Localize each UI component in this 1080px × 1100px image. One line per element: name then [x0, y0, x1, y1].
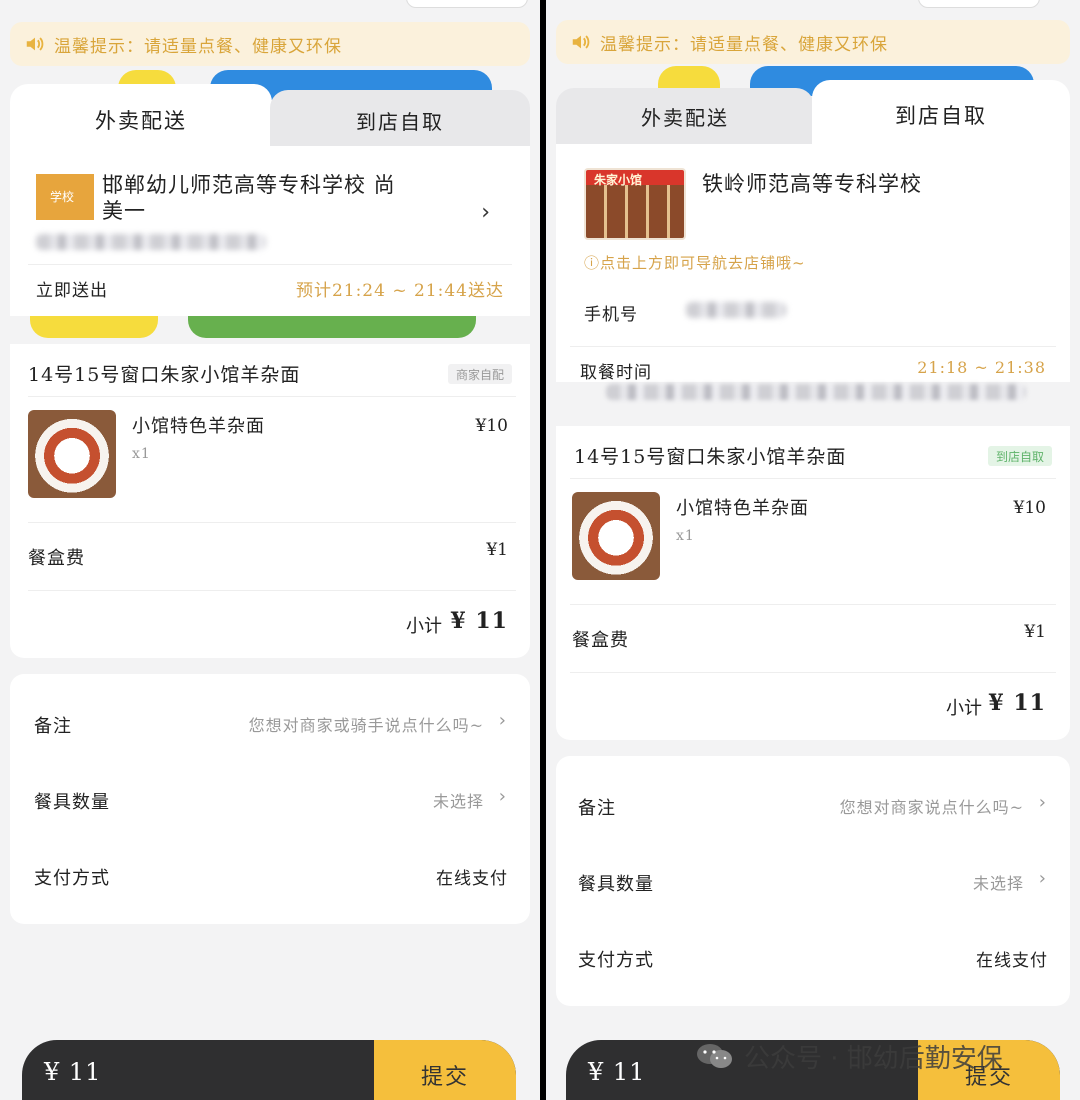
store-card[interactable]: 朱家小馆 铁岭师范高等专科学校 ⓘ点击上方即可导航去店铺哦~ 手机号 取餐时间 …	[556, 144, 1070, 383]
top-control-stub	[406, 0, 528, 8]
divider	[570, 672, 1056, 673]
pickup-tag: 到店自取	[987, 446, 1052, 466]
order-items-card: 14号15号窗口朱家小馆羊杂面 商家自配 小馆特色羊杂面 x1 ¥10 餐盒费 …	[10, 344, 530, 658]
submit-button[interactable]: 提交	[374, 1040, 516, 1100]
pickup-time-value[interactable]: 21:18 ~ 21:38	[917, 358, 1046, 377]
info-icon: ⓘ	[584, 254, 601, 272]
divider	[28, 522, 516, 523]
dish-qty: x1	[676, 528, 695, 544]
dish-qty: x1	[132, 446, 151, 462]
chevron-right-icon[interactable]: ›	[481, 200, 490, 225]
merchant-delivery-tag: 商家自配	[447, 364, 512, 384]
tab-pickup[interactable]: 到店自取	[812, 80, 1070, 150]
tab-delivery[interactable]: 外卖配送	[556, 88, 814, 144]
dish-name: 小馆特色羊杂面	[676, 498, 809, 519]
notice-banner: 温馨提示：请适量点餐、健康又环保	[10, 22, 530, 66]
school-badge: 学校	[36, 174, 94, 220]
subtotal-value: ¥ 11	[450, 608, 508, 634]
speaker-icon	[572, 35, 590, 49]
shop-name: 14号15号窗口朱家小馆羊杂面	[574, 446, 847, 468]
obscured-banner	[606, 384, 1026, 400]
box-fee-price: ¥1	[1024, 622, 1046, 642]
remark-label: 备注	[34, 716, 72, 737]
checkout-bar: ¥ 11 提交	[22, 1040, 516, 1100]
redacted-phone	[686, 302, 786, 318]
nav-hint[interactable]: ⓘ点击上方即可导航去店铺哦~	[584, 252, 806, 273]
payment-label: 支付方式	[578, 950, 654, 971]
delivery-eta[interactable]: 预计21:24 ~ 21:44送达	[296, 276, 504, 301]
divider	[570, 604, 1056, 605]
chevron-right-icon[interactable]: ›	[499, 710, 506, 731]
top-control-stub	[918, 0, 1040, 8]
dish-name: 小馆特色羊杂面	[132, 416, 265, 437]
remark-label: 备注	[578, 798, 616, 819]
notice-text: 温馨提示：请适量点餐、健康又环保	[54, 36, 342, 57]
divider	[28, 264, 512, 265]
order-mode-tabs: 外卖配送 到店自取	[546, 80, 1080, 150]
divider	[570, 478, 1056, 479]
dish-image	[572, 492, 660, 580]
watermark-text: 公众号 · 邯幼后勤安保	[744, 1043, 1003, 1074]
redacted-address	[36, 234, 266, 250]
store-school-name: 铁岭师范高等专科学校	[702, 172, 922, 196]
speaker-icon	[26, 37, 44, 51]
chevron-right-icon[interactable]: ›	[1039, 868, 1046, 889]
order-options-card: 备注 您想对商家或骑手说点什么吗~ › 餐具数量 未选择 › 支付方式 在线支付	[10, 674, 530, 924]
subtotal-label: 小计	[406, 616, 442, 637]
phone-label: 手机号	[584, 305, 638, 325]
dish-price: ¥10	[1013, 498, 1046, 518]
checkout-total: ¥ 11	[44, 1058, 102, 1086]
delivery-time-label: 立即送出	[36, 281, 108, 301]
subtotal-value: ¥ 11	[988, 690, 1046, 716]
school-name-line2: 美一	[102, 199, 146, 223]
dish-image	[28, 410, 116, 498]
address-card[interactable]: 学校 邯郸幼儿师范高等专科学校 尚 美一 › 立即送出 预计21:24 ~ 21…	[10, 146, 530, 316]
utensils-select[interactable]: 未选择	[433, 788, 484, 812]
wechat-icon	[697, 1044, 732, 1068]
wechat-watermark: 公众号 · 邯幼后勤安保	[696, 1036, 1003, 1076]
tab-pickup[interactable]: 到店自取	[270, 90, 530, 150]
store-image: 朱家小馆	[584, 168, 686, 240]
remark-input[interactable]: 您想对商家或骑手说点什么吗~	[249, 712, 484, 736]
right-order-screen: 温馨提示：请适量点餐、健康又环保 外卖配送 到店自取 朱家小馆 铁岭师范高等专科…	[546, 0, 1080, 1100]
utensils-label: 餐具数量	[578, 874, 654, 895]
box-fee-label: 餐盒费	[28, 548, 85, 569]
remark-input[interactable]: 您想对商家说点什么吗~	[840, 794, 1024, 818]
subtotal-label: 小计	[946, 698, 982, 719]
order-mode-tabs: 外卖配送 到店自取	[0, 84, 540, 156]
deco-green	[188, 316, 476, 338]
utensils-label: 餐具数量	[34, 792, 110, 813]
payment-label: 支付方式	[34, 868, 110, 889]
deco-yellow-2	[30, 316, 158, 338]
payment-method[interactable]: 在线支付	[436, 864, 508, 889]
utensils-select[interactable]: 未选择	[973, 870, 1024, 894]
payment-method[interactable]: 在线支付	[976, 946, 1048, 971]
divider	[28, 396, 516, 397]
school-name-line1: 邯郸幼儿师范高等专科学校 尚	[102, 173, 396, 197]
divider	[28, 590, 516, 591]
left-order-screen: 温馨提示：请适量点餐、健康又环保 外卖配送 到店自取 学校 邯郸幼儿师范高等专科…	[0, 0, 540, 1100]
pickup-time-label: 取餐时间	[580, 363, 652, 383]
order-options-card: 备注 您想对商家说点什么吗~ › 餐具数量 未选择 › 支付方式 在线支付	[556, 756, 1070, 1006]
checkout-total: ¥ 11	[588, 1058, 646, 1086]
chevron-right-icon[interactable]: ›	[1039, 792, 1046, 813]
box-fee-label: 餐盒费	[572, 630, 629, 651]
notice-banner: 温馨提示：请适量点餐、健康又环保	[556, 20, 1070, 64]
nav-hint-text: 点击上方即可导航去店铺哦~	[600, 254, 806, 272]
order-items-card: 14号15号窗口朱家小馆羊杂面 到店自取 小馆特色羊杂面 x1 ¥10 餐盒费 …	[556, 426, 1070, 740]
chevron-right-icon[interactable]: ›	[499, 786, 506, 807]
notice-text: 温馨提示：请适量点餐、健康又环保	[600, 34, 888, 55]
box-fee-price: ¥1	[486, 540, 508, 560]
dish-price: ¥10	[475, 416, 508, 436]
shop-name: 14号15号窗口朱家小馆羊杂面	[28, 364, 301, 386]
store-image-text: 朱家小馆	[594, 173, 643, 187]
divider	[570, 346, 1056, 347]
